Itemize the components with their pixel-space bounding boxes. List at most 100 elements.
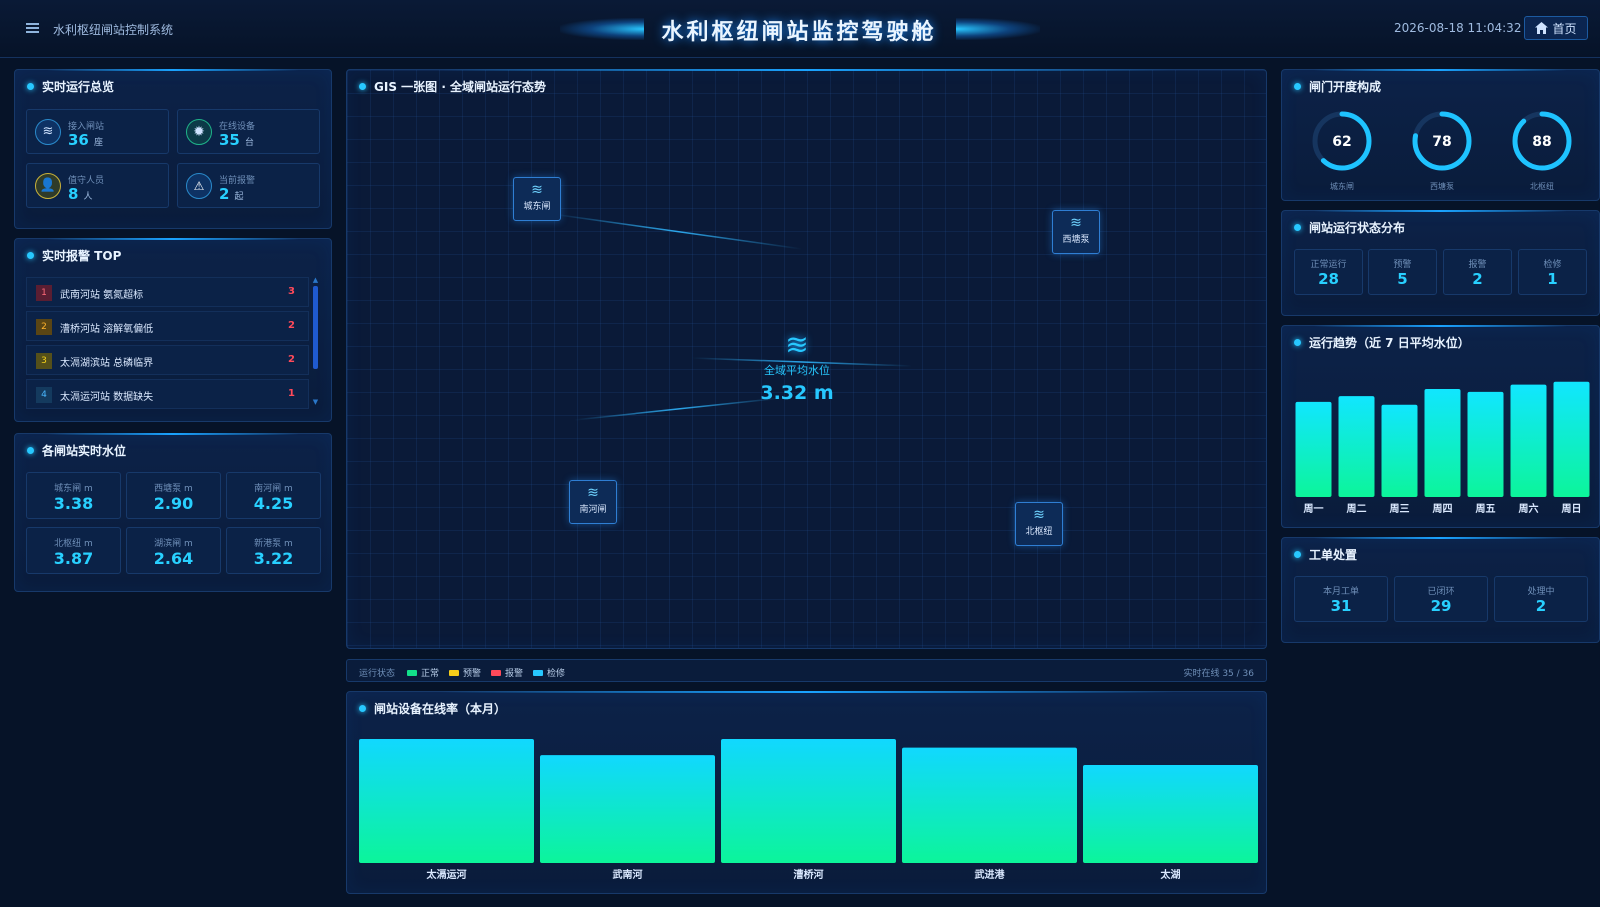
alarm-panel: 实时报警 TOP 1 武南河站 氨氮超标 3 2 漕桥河站 溶解氧偏低 2 3 …: [14, 238, 332, 422]
gauge[interactable]: 78 西塘泵: [1408, 107, 1476, 199]
level-value: 3.87: [53, 549, 94, 568]
gis-center[interactable]: ≋ 全域平均水位 3.32 m: [727, 328, 867, 405]
chevron-up-icon[interactable]: ▲: [312, 277, 319, 284]
levels-panel: 各闸站实时水位 城东闸 m 3.38 西塘泵 m 2.90 南河闸 m 4.25…: [14, 433, 332, 592]
alarm-text: 太滆湖滨站 总磷临界: [60, 358, 154, 369]
gauge[interactable]: 62 城东闸: [1308, 107, 1376, 199]
status-card: 正常运行 28: [1294, 249, 1363, 295]
page-title: 水利枢纽闸站监控驾驶舱: [661, 20, 937, 45]
tick-label: 周日: [1562, 503, 1582, 515]
bar[interactable]: [721, 739, 896, 863]
workorder-value: 2: [1535, 597, 1547, 615]
station-name: 西塘泵: [1062, 235, 1090, 245]
gis-center-value: 3.32 m: [760, 382, 834, 404]
overview-card-value: 2: [219, 185, 230, 203]
tick-label: 武进港: [975, 868, 1006, 881]
gauge-group: 62 城东闸 78 西塘泵 88 北枢纽: [1282, 107, 1600, 202]
bar[interactable]: [1295, 401, 1332, 497]
legend-swatch: [533, 669, 543, 676]
status-card: 检修 1: [1518, 249, 1587, 295]
tick-label: 周一: [1304, 503, 1324, 515]
alarm-list: 1 武南河站 氨氮超标 3 2 漕桥河站 溶解氧偏低 2 3 太滆湖滨站 总磷临…: [26, 277, 321, 413]
alarm-item[interactable]: 1 武南河站 氨氮超标 3: [26, 277, 309, 307]
tick-label: 周五: [1476, 503, 1496, 515]
gis-station[interactable]: ≋ 北枢纽: [1015, 502, 1063, 546]
gate-panel: 闸门开度构成 62 城东闸 78 西塘泵 88 北枢纽: [1281, 69, 1600, 201]
device-icon: ✹: [186, 119, 212, 145]
bar[interactable]: [902, 747, 1077, 863]
station-icon: ≋: [587, 485, 599, 501]
overview-card: ⚠ 当前报警 2 起: [177, 163, 320, 208]
bar[interactable]: [1467, 391, 1504, 497]
alarm-count: 3: [288, 286, 295, 297]
gauge[interactable]: 88 北枢纽: [1508, 107, 1576, 199]
status-value: 1: [1547, 270, 1558, 288]
legend-swatch: [407, 669, 417, 676]
online-rate-chart: 太滆运河 武南河 漕桥河 武进港 太湖: [359, 739, 1258, 881]
tick-label: 武南河: [613, 868, 643, 881]
legend-item: 报警: [491, 666, 523, 679]
warning-icon: ⚠: [186, 173, 212, 199]
alarm-rank: 2: [36, 319, 52, 335]
bar[interactable]: [1553, 381, 1590, 497]
station-icon: ≋: [1033, 507, 1045, 523]
home-button[interactable]: 首页: [1524, 16, 1588, 40]
overview-card-unit: 座: [93, 138, 103, 148]
gauge-ring: 62: [1312, 111, 1372, 171]
tick-label: 周三: [1390, 503, 1410, 515]
status-label: 检修: [1543, 260, 1562, 270]
legend-item: 正常: [407, 666, 439, 679]
legend-item-label: 报警: [505, 669, 524, 679]
bar[interactable]: [1381, 404, 1418, 497]
tick-label: 漕桥河: [794, 868, 824, 881]
bar[interactable]: [1424, 388, 1461, 497]
tick-label: 周四: [1433, 503, 1453, 515]
alarm-item[interactable]: 4 太滆运河站 数据缺失 1: [26, 379, 309, 409]
level-card: 新港泵 m 3.22: [226, 527, 321, 574]
legend-item-label: 检修: [547, 669, 566, 679]
level-label: 西塘泵 m: [154, 484, 193, 494]
alarm-rank: 3: [36, 353, 52, 369]
bar[interactable]: [359, 739, 534, 863]
bar[interactable]: [1083, 765, 1258, 863]
title-glow-left: [560, 18, 644, 40]
scrollbar[interactable]: ▲ ▼: [312, 277, 319, 407]
alarm-item[interactable]: 2 漕桥河站 溶解氧偏低 2: [26, 311, 309, 341]
water-wave-icon: ≋: [785, 328, 809, 361]
overview-card: ≋ 接入闸站 36 座: [26, 109, 169, 154]
alarm-count: 1: [288, 388, 295, 399]
gauge-ring: 78: [1412, 111, 1472, 171]
workorder-value: 31: [1330, 597, 1352, 615]
gauge-value: 62: [1332, 134, 1351, 150]
level-label: 北枢纽 m: [54, 539, 93, 549]
trend-chart: 周一 周二 周三 周四 周五 周六 周日: [1295, 381, 1590, 515]
station-name: 南河闸: [579, 505, 607, 515]
level-value: 2.90: [153, 494, 194, 513]
level-value: 4.25: [253, 494, 294, 513]
alarm-item[interactable]: 3 太滆湖滨站 总磷临界 2: [26, 345, 309, 375]
station-name: 城东闸: [523, 202, 551, 212]
gauge-label: 北枢纽: [1530, 182, 1554, 191]
chevron-down-icon[interactable]: ▼: [312, 399, 319, 406]
gis-station[interactable]: ≋ 城东闸: [513, 177, 561, 221]
gauge-value: 78: [1432, 134, 1451, 150]
gis-station[interactable]: ≋ 南河闸: [569, 480, 617, 524]
station-icon: ≋: [1070, 215, 1082, 231]
level-label: 新港泵 m: [254, 539, 293, 549]
bar[interactable]: [1338, 396, 1375, 497]
water-icon: ≋: [35, 119, 61, 145]
overview-card-value: 36: [68, 131, 89, 149]
scrollbar-thumb[interactable]: [313, 286, 318, 369]
workorder-label: 本月工单: [1322, 587, 1359, 597]
bar[interactable]: [540, 755, 715, 863]
menu-icon[interactable]: [26, 23, 39, 33]
legend-swatch: [491, 669, 501, 676]
alarm-text: 漕桥河站 溶解氧偏低: [60, 324, 154, 335]
bar[interactable]: [1510, 384, 1547, 497]
gis-station[interactable]: ≋ 西塘泵: [1052, 210, 1100, 254]
level-value: 3.38: [53, 494, 94, 513]
station-icon: ≋: [531, 182, 543, 198]
level-label: 湖滨闸 m: [154, 539, 193, 549]
tick-label: 太湖: [1160, 868, 1181, 881]
tick-label: 太滆运河: [426, 868, 467, 881]
